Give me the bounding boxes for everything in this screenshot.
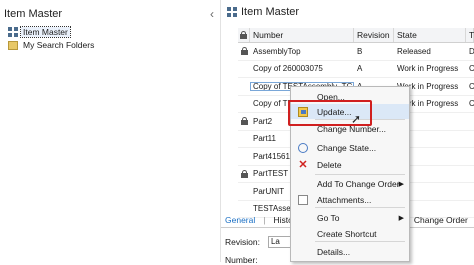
menu-separator <box>315 241 405 242</box>
menu-item-create-shortcut[interactable]: Create Shortcut <box>291 226 409 241</box>
menu-item-label: Attachments... <box>317 194 372 205</box>
menu-item-label: Create Shortcut <box>317 228 377 239</box>
lock-icon <box>240 31 247 39</box>
menu-item-delete[interactable]: ✕ Delete <box>291 157 409 172</box>
tab-general[interactable]: General <box>221 215 259 225</box>
lock-icon <box>240 117 248 126</box>
lock-cell <box>238 117 250 126</box>
column-header-number[interactable]: Number <box>250 28 354 42</box>
submenu-arrow-icon: ▶ <box>398 180 404 188</box>
grid-icon <box>8 27 18 37</box>
tree-item-my-search-folders[interactable]: My Search Folders <box>8 39 96 51</box>
column-header-revision[interactable]: Revision <box>354 28 394 42</box>
number-label: Number: <box>225 255 258 265</box>
table-row[interactable]: AssemblyTop B Released D <box>238 43 474 61</box>
left-pane-title: Item Master <box>4 8 63 20</box>
right-pane-title: Item Master <box>241 6 300 18</box>
tab-change-order[interactable]: Change Order <box>410 215 472 225</box>
menu-item-label: Change State... <box>317 142 377 153</box>
cell-t: Ce <box>469 81 474 91</box>
collapse-pane-icon[interactable]: ‹ <box>210 7 214 21</box>
cell-revision: B <box>357 46 363 56</box>
cell-revision: A <box>357 64 363 74</box>
menu-item-go-to[interactable]: Go To ▶ <box>291 210 409 225</box>
lock-icon <box>240 47 248 56</box>
folder-tree: Item Master My Search Folders <box>8 26 96 52</box>
tree-item-item-master[interactable]: Item Master <box>8 26 96 38</box>
mouse-cursor-icon: ➚ <box>351 112 362 126</box>
attachment-icon <box>298 194 308 205</box>
column-header-state[interactable]: State <box>394 28 466 42</box>
lock-cell <box>238 47 250 56</box>
revision-label: Revision: <box>225 237 260 247</box>
tab-divider: | <box>263 215 266 225</box>
tree-item-label: Item Master <box>20 26 71 38</box>
lock-cell <box>238 169 250 178</box>
cell-number: AssemblyTop <box>253 46 301 56</box>
cell-number: Copy of 260003075 <box>253 64 323 74</box>
left-pane-header: Item Master ‹ <box>0 0 220 28</box>
delete-icon: ✕ <box>298 158 308 171</box>
cell-state: Released <box>397 46 431 56</box>
column-header-t[interactable]: T <box>466 28 474 42</box>
cell-t: Ce <box>469 64 474 74</box>
menu-item-details[interactable]: Details... <box>291 244 409 259</box>
table-row[interactable]: Copy of 260003075 A Work in Progress Ce <box>238 61 474 78</box>
cell-state: Work in Progress <box>397 64 459 74</box>
right-pane-header: Item Master <box>227 6 299 18</box>
menu-separator <box>315 207 405 208</box>
menu-item-add-to-change-order[interactable]: Add To Change Order ▶ <box>291 176 409 191</box>
lock-column-header[interactable] <box>238 28 250 42</box>
lock-icon <box>240 169 248 178</box>
cell-t: D <box>469 46 474 56</box>
menu-item-label: Details... <box>317 246 351 257</box>
cell-t: Ce <box>469 99 474 109</box>
menu-item-label: Add To Change Order <box>317 178 400 189</box>
menu-item-change-state[interactable]: Change State... <box>291 140 409 155</box>
menu-separator <box>315 174 405 175</box>
menu-item-attachments[interactable]: Attachments... <box>291 192 409 207</box>
table-header: Number Revision State T <box>238 28 474 43</box>
tree-item-label: My Search Folders <box>23 40 95 50</box>
change-state-icon <box>298 142 308 153</box>
menu-item-label: Delete <box>317 159 342 170</box>
menu-item-label: Go To <box>317 212 340 223</box>
left-pane: Item Master ‹ Item Master My Search Fold… <box>0 0 221 262</box>
grid-icon <box>227 7 237 17</box>
submenu-arrow-icon: ▶ <box>398 214 404 222</box>
folder-icon <box>8 40 18 50</box>
revision-row: Revision: La <box>225 236 298 248</box>
